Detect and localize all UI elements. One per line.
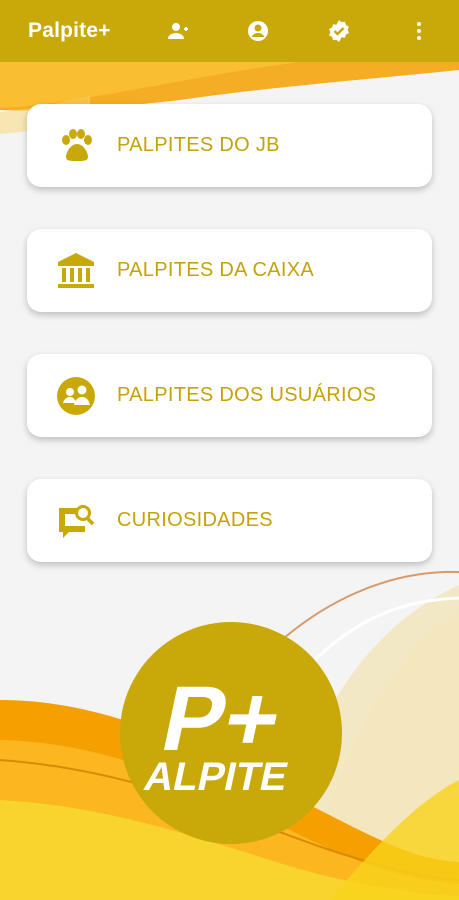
verified-badge-icon[interactable] bbox=[327, 19, 351, 43]
menu-card-palpites-usuarios[interactable]: PALPITES DOS USUÁRIOS bbox=[27, 354, 432, 437]
menu-card-palpites-jb[interactable]: PALPITES DO JB bbox=[27, 104, 432, 187]
paw-icon bbox=[55, 125, 97, 167]
menu-card-label: PALPITES DO JB bbox=[117, 134, 280, 156]
person-add-icon[interactable] bbox=[166, 19, 190, 43]
users-circle-icon bbox=[55, 375, 97, 417]
menu-card-label: CURIOSIDADES bbox=[117, 509, 273, 531]
app-bar: Palpite+ bbox=[0, 0, 459, 62]
menu-card-palpites-caixa[interactable]: PALPITES DA CAIXA bbox=[27, 229, 432, 312]
bank-icon bbox=[55, 250, 97, 292]
menu-card-label: PALPITES DA CAIXA bbox=[117, 259, 315, 281]
app-title: Palpite+ bbox=[28, 19, 111, 42]
comment-search-icon bbox=[55, 500, 97, 542]
palpite-logo: P+ ALPITE bbox=[120, 622, 342, 844]
account-circle-icon[interactable] bbox=[246, 19, 270, 43]
menu-card-curiosidades[interactable]: CURIOSIDADES bbox=[27, 479, 432, 562]
logo-small-text: ALPITE bbox=[140, 753, 292, 798]
menu-card-label: PALPITES DOS USUÁRIOS bbox=[117, 384, 377, 406]
more-vert-icon[interactable] bbox=[407, 19, 431, 43]
